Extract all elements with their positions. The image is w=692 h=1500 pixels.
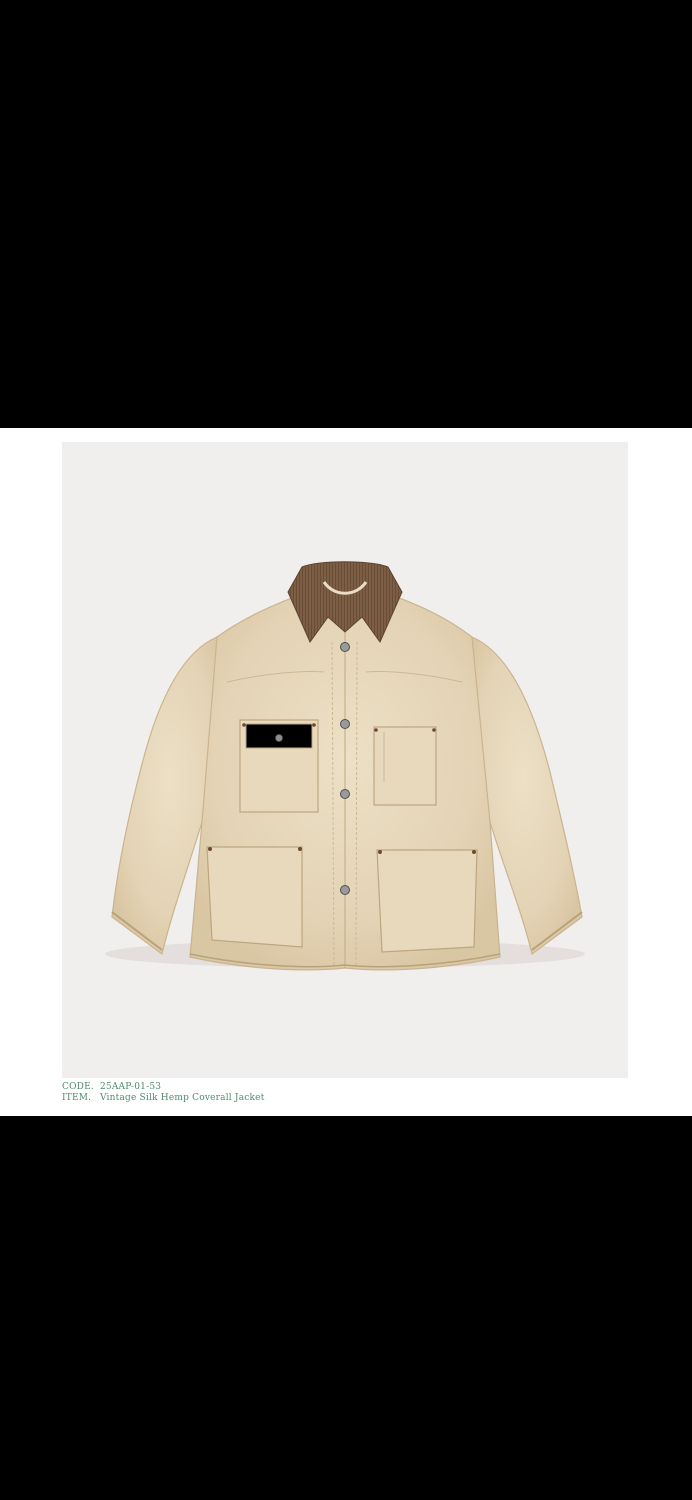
code-label: CODE. — [62, 1082, 94, 1092]
left-lower-pocket — [206, 846, 303, 948]
jacket-illustration — [105, 561, 585, 971]
code-row: CODE. 25AAP-01-53 — [62, 1082, 628, 1093]
item-value: Vintage Silk Hemp Coverall Jacket — [100, 1093, 265, 1103]
product-caption: CODE. 25AAP-01-53 ITEM. Vintage Silk Hem… — [62, 1082, 628, 1104]
code-value: 25AAP-01-53 — [100, 1082, 162, 1092]
right-lower-pocket — [376, 849, 478, 953]
item-row: ITEM. Vintage Silk Hemp Coverall Jacket — [62, 1093, 628, 1104]
product-photo — [62, 442, 628, 1078]
corduroy-collar — [287, 561, 403, 644]
item-label: ITEM. — [62, 1093, 92, 1103]
image-viewer: CODE. 25AAP-01-53 ITEM. Vintage Silk Hem… — [0, 0, 692, 1500]
pocket-button — [275, 734, 283, 742]
product-image-card[interactable]: CODE. 25AAP-01-53 ITEM. Vintage Silk Hem… — [0, 428, 692, 1116]
right-chest-pocket — [373, 726, 437, 806]
